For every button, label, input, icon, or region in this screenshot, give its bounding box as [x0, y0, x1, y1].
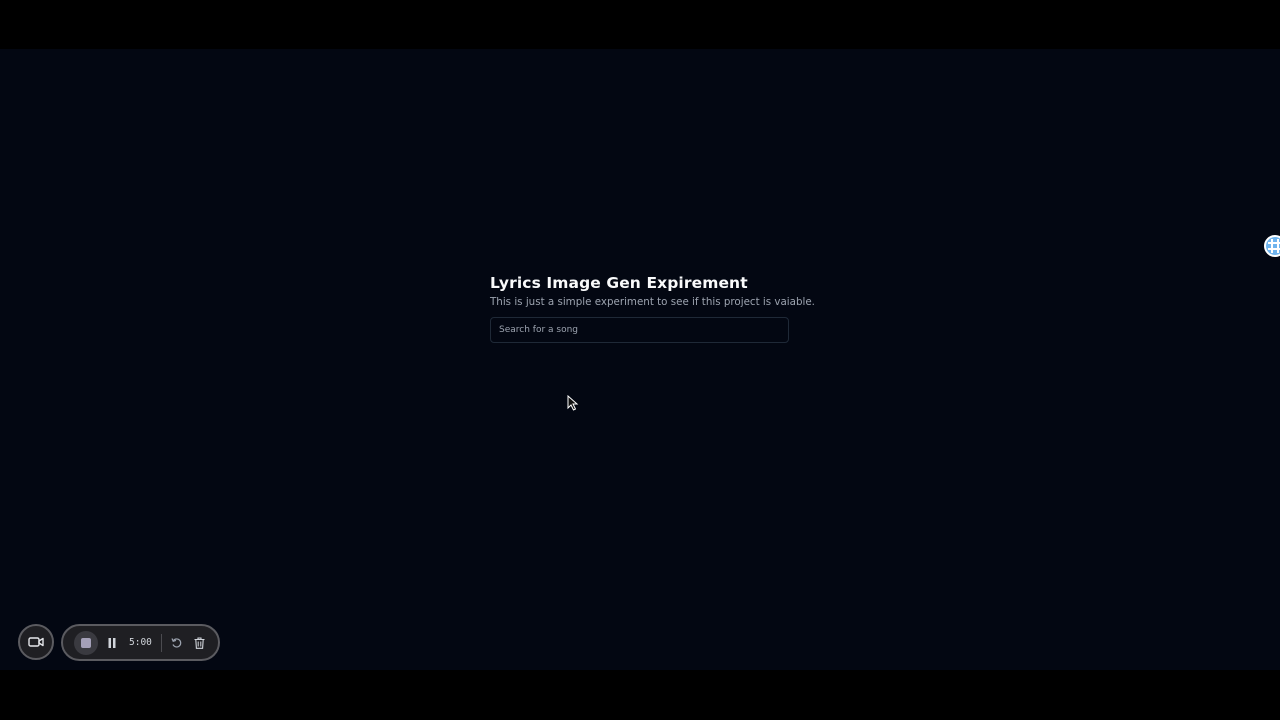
trash-icon [194, 637, 204, 649]
app-card: Lyrics Image Gen Expirement This is just… [490, 273, 815, 343]
camera-toggle-button[interactable] [18, 624, 54, 660]
restart-icon [171, 638, 182, 648]
delete-recording-button[interactable] [192, 635, 206, 651]
restart-recording-button[interactable] [170, 635, 184, 651]
page-title: Lyrics Image Gen Expirement [490, 274, 748, 292]
video-camera-icon [28, 637, 44, 647]
stop-recording-button[interactable] [74, 631, 98, 655]
pause-recording-button[interactable] [106, 636, 118, 650]
mouse-cursor-icon [567, 395, 579, 411]
recording-toolbar: 5:00 [61, 624, 220, 661]
toolbar-divider [161, 634, 162, 652]
pause-icon [108, 638, 116, 648]
letterbox-bottom [0, 670, 1280, 720]
letterbox-top [0, 0, 1280, 49]
page-viewport [0, 49, 1280, 670]
song-search-input[interactable] [490, 317, 789, 343]
extension-grid-button[interactable] [1264, 235, 1280, 257]
stop-icon [81, 638, 91, 648]
recording-timer: 5:00 [129, 637, 152, 648]
grid-extension-icon [1268, 239, 1280, 253]
page-subtitle: This is just a simple experiment to see … [490, 296, 815, 308]
